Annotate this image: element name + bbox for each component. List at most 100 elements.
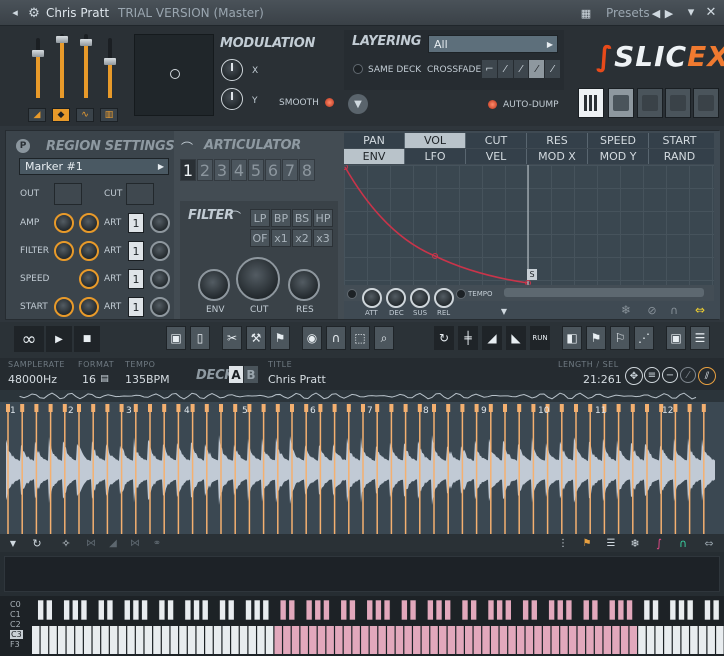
white-key[interactable] — [144, 626, 153, 654]
filter-art-knob[interactable] — [79, 241, 99, 261]
slash-icon[interactable]: ⁄ — [680, 367, 696, 383]
swap-icon[interactable]: ⇔ — [700, 536, 718, 550]
white-key[interactable] — [473, 626, 482, 654]
tab-speed[interactable]: SPEED — [588, 133, 649, 148]
snap-magnet-icon[interactable]: ∩ — [326, 326, 346, 350]
black-key[interactable] — [314, 599, 322, 621]
envelope-toggle[interactable] — [347, 289, 357, 299]
play-button[interactable]: ▶ — [46, 326, 72, 352]
dec-knob[interactable] — [386, 288, 406, 308]
black-key[interactable] — [193, 599, 200, 621]
articulator-1[interactable]: 1 — [180, 159, 196, 181]
white-key[interactable] — [534, 626, 542, 654]
white-key[interactable] — [439, 626, 447, 654]
join-icon[interactable]: ⋈ — [128, 536, 142, 550]
minus-icon[interactable]: − — [662, 367, 678, 383]
black-key[interactable] — [556, 599, 564, 621]
white-key[interactable] — [508, 626, 516, 654]
white-key[interactable] — [456, 626, 464, 654]
black-key[interactable] — [591, 599, 599, 621]
layering-dropdown[interactable]: All ▶ — [428, 35, 558, 53]
cut-field[interactable] — [126, 183, 154, 205]
black-key[interactable] — [383, 599, 391, 621]
white-key[interactable] — [646, 626, 655, 654]
close-icon[interactable]: ✕ — [703, 4, 719, 20]
articulator-6[interactable]: 6 — [265, 159, 281, 181]
filter-of-button[interactable]: OF — [250, 229, 270, 247]
white-key[interactable] — [118, 626, 127, 654]
curve-exp-icon[interactable]: ⁄ — [545, 60, 560, 78]
down-arrow-icon[interactable]: ▼ — [6, 536, 20, 550]
black-key[interactable] — [158, 599, 166, 621]
view-3-icon[interactable] — [637, 88, 663, 118]
black-key[interactable] — [427, 599, 434, 621]
white-key[interactable] — [283, 626, 291, 654]
filter-x2-button[interactable]: x2 — [292, 229, 312, 247]
out-field[interactable] — [54, 183, 82, 205]
tab-vel[interactable]: VEL — [466, 149, 527, 164]
tab-start[interactable]: START — [649, 133, 710, 148]
mode-2-icon[interactable]: ◆ — [52, 108, 70, 122]
auto-slice-icon[interactable]: ✧ — [58, 536, 74, 550]
white-key[interactable] — [300, 626, 308, 654]
black-key[interactable] — [132, 599, 140, 621]
att-knob[interactable] — [362, 288, 382, 308]
black-key[interactable] — [704, 599, 711, 621]
white-key[interactable] — [92, 626, 101, 654]
deck-a-button[interactable]: A — [229, 366, 243, 383]
start-art-amount-knob[interactable] — [150, 297, 170, 317]
new-file-icon[interactable]: ▯ — [190, 326, 210, 350]
white-key[interactable] — [638, 626, 646, 654]
add-marker-icon[interactable]: ⚑ — [586, 326, 606, 350]
black-key[interactable] — [63, 599, 70, 621]
articulator-2[interactable]: 2 — [197, 159, 213, 181]
preset-prev-icon[interactable]: ◀ — [651, 6, 661, 20]
snap-icon[interactable]: ∩ — [676, 536, 690, 550]
white-key[interactable] — [170, 626, 179, 654]
black-key[interactable] — [582, 599, 590, 621]
white-key[interactable] — [698, 626, 707, 654]
white-key[interactable] — [231, 626, 239, 654]
black-key[interactable] — [123, 599, 131, 621]
black-key[interactable] — [167, 599, 174, 621]
black-key[interactable] — [496, 599, 503, 621]
white-key[interactable] — [664, 626, 672, 654]
snowflake-icon[interactable]: ❄ — [618, 303, 634, 317]
articulator-8[interactable]: 8 — [299, 159, 315, 181]
white-key[interactable] — [40, 626, 49, 654]
amp-knob[interactable] — [54, 213, 74, 233]
mode-1-icon[interactable]: ◢ — [28, 108, 46, 122]
black-key[interactable] — [184, 599, 192, 621]
tab-mod-x[interactable]: MOD X — [527, 149, 588, 164]
black-key[interactable] — [219, 599, 226, 621]
curve-linear-icon[interactable]: ⁄ — [497, 60, 513, 78]
white-key[interactable] — [109, 626, 118, 654]
black-key[interactable] — [565, 599, 573, 621]
black-key[interactable] — [349, 599, 356, 621]
filter-hp-button[interactable]: HP — [313, 209, 333, 227]
cut-icon[interactable]: ✂ — [222, 326, 242, 350]
black-key[interactable] — [401, 599, 408, 621]
move-marker-icon[interactable]: ⚐ — [610, 326, 630, 350]
key-lane[interactable] — [4, 556, 720, 592]
white-key[interactable] — [317, 626, 326, 654]
white-key[interactable] — [66, 626, 75, 654]
xy-pad-handle[interactable] — [170, 69, 180, 79]
black-key[interactable] — [245, 599, 252, 621]
white-key[interactable] — [612, 626, 620, 654]
fader-4[interactable] — [104, 38, 116, 98]
slice-left-icon[interactable]: ◧ — [562, 326, 582, 350]
flag-list-icon[interactable]: ☰ — [604, 536, 618, 550]
black-key[interactable] — [617, 599, 625, 621]
black-key[interactable] — [461, 599, 469, 621]
filter-art-amount-knob[interactable] — [150, 241, 170, 261]
white-key[interactable] — [672, 626, 681, 654]
black-key[interactable] — [678, 599, 685, 621]
select-icon[interactable]: ⬚ — [350, 326, 370, 350]
amp-art-number[interactable]: 1 — [128, 213, 144, 233]
white-key[interactable] — [222, 626, 230, 654]
marker-dropdown[interactable]: Marker #1 ▶ — [19, 158, 169, 175]
fader-3[interactable] — [80, 34, 92, 98]
white-key[interactable] — [395, 626, 404, 654]
speed-art-number[interactable]: 1 — [128, 269, 144, 289]
